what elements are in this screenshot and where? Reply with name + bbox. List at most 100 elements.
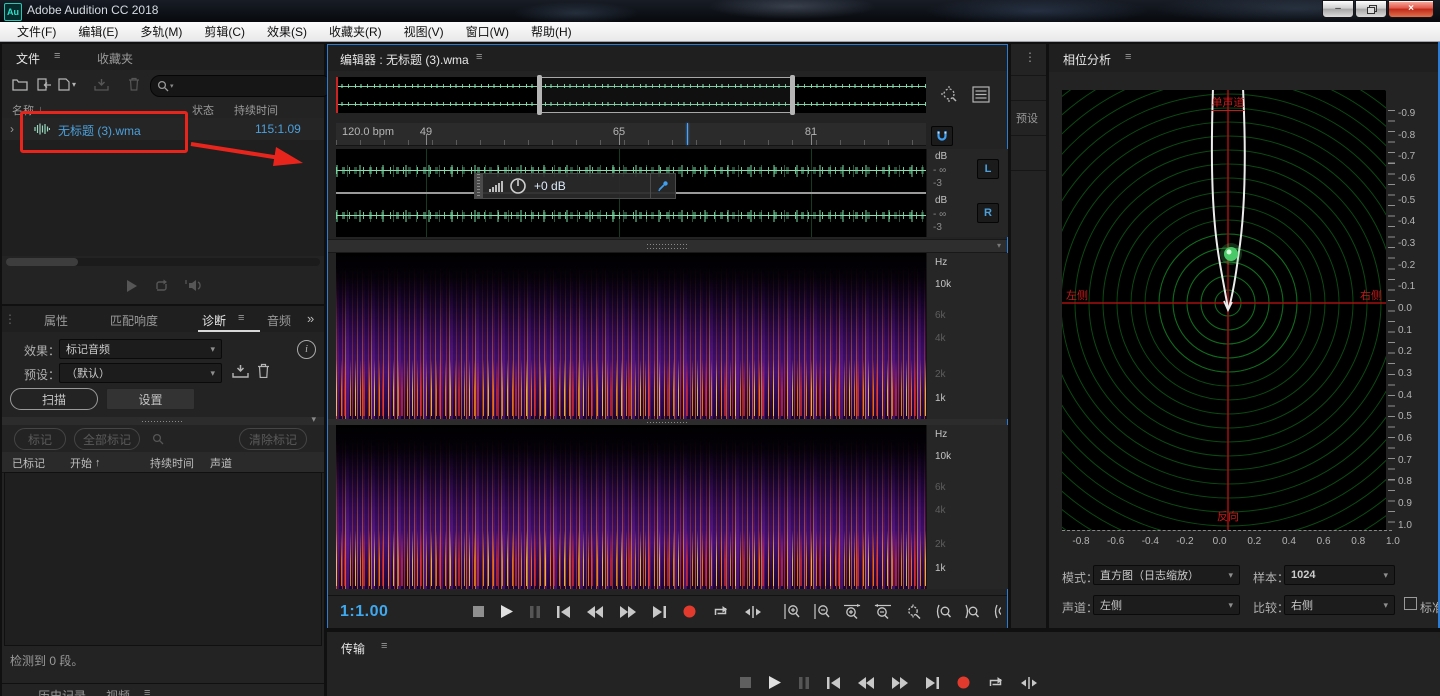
- marks-column-duration[interactable]: 持续时间: [150, 455, 194, 471]
- editor-scrollbar[interactable]: ▾: [328, 239, 1007, 253]
- gain-value[interactable]: +0 dB: [534, 179, 566, 193]
- info-icon[interactable]: i: [297, 340, 316, 359]
- expand-chevron-icon[interactable]: ›: [10, 122, 14, 136]
- files-panel-menu-icon[interactable]: ≡: [54, 50, 60, 62]
- zoom-clipped-icon[interactable]: [993, 604, 1001, 619]
- selection-left-handle[interactable]: [537, 75, 542, 115]
- zoom-out-vertical-icon[interactable]: [813, 604, 830, 619]
- transport-panel-menu-icon[interactable]: ≡: [381, 640, 387, 652]
- close-button[interactable]: ×: [1388, 0, 1434, 18]
- skip-selection-button[interactable]: [1021, 677, 1037, 689]
- time-display[interactable]: 1:1.00: [340, 603, 388, 621]
- zoom-selection-out-icon[interactable]: [964, 604, 980, 619]
- menu-multitrack[interactable]: 多轨(M): [129, 22, 193, 41]
- column-duration[interactable]: 持续时间: [234, 102, 278, 118]
- phase-panel-title[interactable]: 相位分析: [1063, 51, 1111, 68]
- fast-forward-button[interactable]: [892, 677, 908, 689]
- tab-overflow-audio[interactable]: 音频: [267, 312, 297, 329]
- minimize-button[interactable]: –: [1322, 0, 1354, 18]
- menu-clip[interactable]: 剪辑(C): [193, 22, 256, 41]
- search-input[interactable]: ▾: [150, 75, 332, 97]
- column-status[interactable]: 状态: [192, 102, 214, 118]
- display-list-icon[interactable]: [972, 86, 990, 103]
- preview-play-button[interactable]: [126, 279, 138, 293]
- marks-column-channel[interactable]: 声道: [210, 455, 232, 471]
- compare-dropdown[interactable]: 右侧▾: [1284, 595, 1395, 615]
- rewind-button[interactable]: [858, 677, 874, 689]
- snap-toggle[interactable]: [931, 126, 953, 146]
- menu-favorites[interactable]: 收藏夹(R): [318, 22, 393, 41]
- section-caret-icon[interactable]: ▾: [311, 414, 316, 425]
- tab-video[interactable]: 视频: [106, 687, 130, 696]
- loop-playback-button[interactable]: [713, 605, 728, 618]
- phase-display[interactable]: 单声道 左侧 右侧 反向: [1062, 90, 1386, 530]
- stop-button[interactable]: [740, 677, 751, 688]
- mode-dropdown[interactable]: 直方图（日志缩放）▾: [1093, 565, 1240, 585]
- tab-history[interactable]: 历史记录: [38, 687, 86, 696]
- zoom-in-horizontal-icon[interactable]: [843, 604, 861, 619]
- menu-file[interactable]: 文件(F): [6, 22, 67, 41]
- skip-start-button[interactable]: [827, 677, 840, 689]
- preset-dropdown[interactable]: （默认）▾: [59, 363, 222, 383]
- transport-panel-title[interactable]: 传输: [341, 640, 365, 657]
- zoom-reset-icon[interactable]: [905, 604, 922, 619]
- playhead[interactable]: [687, 123, 688, 145]
- zoom-selection-in-icon[interactable]: [935, 604, 951, 619]
- record-button[interactable]: [683, 605, 696, 618]
- editor-panel-menu-icon[interactable]: ≡: [476, 51, 482, 63]
- tab-properties[interactable]: 属性: [44, 312, 68, 329]
- spectrogram-left[interactable]: [336, 253, 926, 419]
- files-scrollbar[interactable]: [6, 258, 320, 266]
- play-button[interactable]: [501, 605, 513, 618]
- gain-knob-icon[interactable]: [509, 177, 527, 195]
- settings-button[interactable]: 设置: [106, 388, 195, 410]
- loop-playback-button[interactable]: [988, 676, 1003, 689]
- marks-column-marked[interactable]: 已标记: [12, 455, 45, 471]
- menu-effects[interactable]: 效果(S): [256, 22, 318, 41]
- zoom-in-vertical-icon[interactable]: [783, 604, 800, 619]
- menu-view[interactable]: 视图(V): [393, 22, 455, 41]
- new-file-icon[interactable]: ▾: [58, 78, 76, 91]
- video-panel-menu-icon[interactable]: ≡: [144, 687, 150, 696]
- tab-match-loudness[interactable]: 匹配响度: [110, 312, 158, 329]
- selection-right-handle[interactable]: [790, 75, 795, 115]
- skip-start-button[interactable]: [557, 606, 570, 618]
- zoom-navigate-icon[interactable]: [940, 85, 960, 105]
- skip-end-button[interactable]: [653, 606, 666, 618]
- strip-panel-menu-icon[interactable]: ⋮: [1024, 50, 1036, 64]
- phase-panel-menu-icon[interactable]: ≡: [1125, 51, 1131, 63]
- open-file-icon[interactable]: [12, 78, 28, 91]
- skip-end-button[interactable]: [926, 677, 939, 689]
- channel-dropdown[interactable]: 左侧▾: [1093, 595, 1240, 615]
- editor-title[interactable]: 编辑器 : 无标题 (3).wma: [340, 51, 469, 68]
- tab-favorites[interactable]: 收藏夹: [97, 50, 133, 67]
- tab-files[interactable]: 文件: [16, 50, 40, 67]
- samples-dropdown[interactable]: 1024▾: [1284, 565, 1395, 585]
- files-scrollbar-thumb[interactable]: [6, 258, 78, 266]
- timeline-ruler[interactable]: 120.0 bpm 49 65 81: [336, 123, 926, 146]
- overview-selection[interactable]: [538, 77, 794, 113]
- section-divider[interactable]: ▾: [2, 417, 324, 425]
- delete-preset-icon[interactable]: [257, 363, 270, 378]
- right-channel-button[interactable]: R: [977, 203, 999, 223]
- menu-window[interactable]: 窗口(W): [455, 22, 520, 41]
- record-button[interactable]: [957, 676, 970, 689]
- marks-column-start[interactable]: 开始↑: [70, 455, 101, 471]
- effect-dropdown[interactable]: 标记音频▾: [59, 339, 222, 359]
- left-channel-button[interactable]: L: [977, 159, 999, 179]
- scan-button[interactable]: 扫描: [10, 388, 98, 410]
- hud-grip[interactable]: [475, 174, 483, 198]
- rewind-button[interactable]: [587, 606, 603, 618]
- marks-table-body[interactable]: [4, 472, 322, 646]
- tab-diagnostics[interactable]: 诊断: [202, 312, 226, 329]
- strip-presets-tab[interactable]: 预设: [1016, 110, 1038, 126]
- save-preset-icon[interactable]: [232, 364, 249, 379]
- waveform-right-channel[interactable]: [336, 194, 926, 237]
- import-file-icon[interactable]: [36, 78, 52, 91]
- diagnostics-panel-menu-icon[interactable]: ≡: [238, 312, 244, 324]
- preview-autoplay-speaker-icon[interactable]: [184, 278, 202, 293]
- menu-edit[interactable]: 编辑(E): [67, 22, 129, 41]
- preview-loop-button[interactable]: [154, 279, 169, 293]
- scrollbar-caret-icon[interactable]: ▾: [997, 241, 1001, 250]
- play-button[interactable]: [769, 676, 781, 689]
